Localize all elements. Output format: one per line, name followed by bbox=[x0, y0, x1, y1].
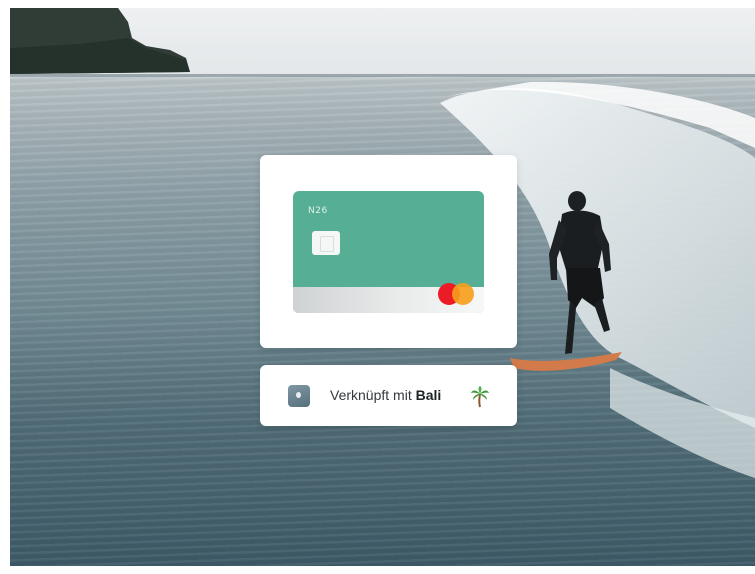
linked-prefix: Verknüpft mit bbox=[330, 387, 412, 403]
mastercard-logo-icon bbox=[438, 283, 476, 305]
linked-location-text: Verknüpft mit Bali bbox=[330, 387, 441, 403]
linked-place: Bali bbox=[415, 387, 442, 403]
bank-card[interactable]: N26 bbox=[293, 191, 484, 313]
card-logo: N26 bbox=[308, 206, 328, 216]
palm-tree-icon bbox=[471, 386, 489, 408]
card-chip-icon bbox=[312, 231, 340, 255]
card-preview-panel: N26 bbox=[260, 155, 517, 348]
linked-location-panel[interactable]: Verknüpft mit Bali bbox=[260, 365, 517, 426]
location-thumbnail-icon bbox=[288, 385, 310, 407]
